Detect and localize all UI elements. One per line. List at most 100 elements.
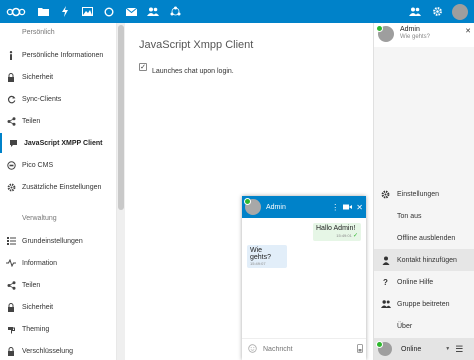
sidebar-item-additional-settings[interactable]: Zusätzliche Einstellungen (0, 177, 116, 197)
emoji-icon[interactable] (248, 344, 257, 355)
menu-item-add-contact[interactable]: Kontakt hinzufügen (374, 249, 474, 271)
gear-icon (374, 190, 397, 199)
own-user-name: Admin (400, 26, 420, 33)
message-time: 15:49:07 (250, 261, 266, 266)
menu-item-label: Kontakt hinzufügen (397, 256, 457, 264)
sidebar-item-xmpp-client[interactable]: JavaScript XMPP Client (0, 133, 116, 153)
share-icon (0, 116, 22, 126)
gear-icon (0, 183, 22, 192)
chat-contact-avatar (244, 198, 261, 215)
attachment-icon[interactable] (357, 344, 363, 355)
sidebar-item-label: Verschlüsselung (22, 347, 73, 355)
menu-item-label: Über (397, 322, 413, 330)
chat-message-incoming: Wie gehts? 15:49:07 (247, 245, 287, 268)
sidebar-item-admin-security[interactable]: Sicherheit (0, 297, 116, 317)
sidebar-item-security[interactable]: Sicherheit (0, 67, 116, 87)
menu-item-settings[interactable]: Einstellungen (374, 183, 474, 205)
sidebar-item-label: Sync-Clients (22, 95, 62, 103)
sidebar-scrollbar-thumb[interactable] (118, 25, 124, 210)
sidebar-item-sync-clients[interactable]: Sync-Clients (0, 89, 116, 109)
nextcloud-logo-icon[interactable] (0, 0, 32, 23)
presence-label[interactable]: Online (401, 346, 421, 353)
sidebar-item-label: Sicherheit (22, 303, 54, 311)
contacts-menu-icon[interactable] (404, 0, 426, 23)
message-time: 15:49:01 (336, 233, 352, 238)
sidebar-item-label: Theming (22, 325, 50, 333)
sidebar-item-label: Grundeinstellungen (22, 237, 83, 245)
files-icon[interactable] (32, 0, 54, 23)
sidebar-item-pico-cms[interactable]: Pico CMS (0, 155, 116, 175)
delivered-check-icon: ✓ (352, 233, 358, 239)
sidebar-item-sharing[interactable]: Teilen (0, 111, 116, 131)
message-text: Wie gehts? (250, 247, 272, 261)
user-avatar[interactable] (452, 3, 468, 20)
menu-item-label: Ton aus (397, 212, 422, 220)
menu-item-label: Online Hilfe (397, 278, 434, 286)
autostart-checkbox-label: Launches chat upon login. (152, 67, 234, 75)
help-icon: ? (383, 277, 388, 287)
chat-message-outgoing: Hallo Admin! 15:49:01 ✓ (313, 223, 361, 241)
menu-item-hide-offline[interactable]: Offline ausblenden (374, 227, 474, 249)
contacts-icon[interactable] (142, 0, 164, 23)
close-roster-icon[interactable]: ✕ (465, 27, 471, 35)
section-personal-title: Persönlich (22, 29, 55, 36)
sidebar-item-label: JavaScript XMPP Client (24, 139, 103, 147)
chevron-down-icon[interactable]: ▼ (445, 346, 450, 352)
chat-contact-name: Admin (266, 203, 286, 211)
sidebar-item-theming[interactable]: Theming (0, 319, 116, 339)
autostart-checkbox[interactable]: ✓ (139, 63, 147, 71)
mail-icon[interactable] (120, 0, 142, 23)
menu-item-label: Offline ausblenden (397, 234, 456, 242)
lock-icon (0, 302, 22, 312)
menu-item-online-help[interactable]: ? Online Hilfe (374, 271, 474, 293)
pulse-icon (0, 259, 22, 267)
sidebar-item-label: Teilen (22, 281, 41, 289)
presence-bar[interactable]: Online ▼ ☰ (374, 338, 474, 360)
sidebar-item-label: Sicherheit (22, 73, 54, 81)
settings-sidebar: Persönlich Persönliche Informationen Sic… (0, 23, 117, 360)
chat-header[interactable]: Admin ⋮ ✕ (242, 196, 366, 218)
settings-icon[interactable] (426, 0, 448, 23)
pico-icon (0, 160, 22, 170)
talk-icon[interactable] (98, 0, 120, 23)
menu-item-mute[interactable]: Ton aus (374, 205, 474, 227)
menu-item-join-group[interactable]: Gruppe beitreten (374, 293, 474, 315)
xmpp-icon (2, 139, 24, 148)
own-avatar-small (376, 341, 392, 356)
page-title: JavaScript Xmpp Client (139, 39, 254, 51)
sidebar-item-personal-info[interactable]: Persönliche Informationen (0, 45, 116, 65)
chat-input-bar (242, 338, 366, 360)
autostart-checkbox-row[interactable]: ✓ Launches chat upon login. (139, 63, 234, 75)
sync-icon (0, 95, 22, 104)
own-status-message: Wie gehts? (400, 34, 431, 40)
activity-icon[interactable] (54, 0, 76, 23)
sidebar-item-basic-settings[interactable]: Grundeinstellungen (0, 231, 116, 251)
close-icon[interactable]: ✕ (356, 203, 363, 212)
sidebar-item-admin-sharing[interactable]: Teilen (0, 275, 116, 295)
palette-icon (0, 325, 22, 334)
top-header (0, 0, 474, 23)
group-icon (374, 300, 397, 308)
sidebar-item-information[interactable]: Information (0, 253, 116, 273)
person-icon (374, 256, 397, 265)
section-admin-title: Verwaltung (22, 215, 57, 222)
video-call-icon[interactable] (343, 203, 353, 212)
menu-item-label: Einstellungen (397, 190, 440, 198)
menu-item-about[interactable]: Über (374, 315, 474, 337)
person-info-icon (0, 50, 22, 60)
online-status-dot (376, 341, 383, 348)
gallery-icon[interactable] (76, 0, 98, 23)
sidebar-item-label: Persönliche Informationen (22, 51, 104, 59)
circles-icon[interactable] (164, 0, 186, 23)
roster-own-user[interactable]: Admin Wie gehts? ✕ (374, 23, 474, 47)
sidebar-item-label: Information (22, 259, 58, 267)
share-icon (0, 280, 22, 290)
menu-item-label: Gruppe beitreten (397, 300, 450, 308)
sidebar-item-label: Pico CMS (22, 161, 54, 169)
sidebar-item-label: Teilen (22, 117, 41, 125)
more-options-icon[interactable]: ⋮ (331, 203, 339, 212)
hamburger-menu-icon[interactable]: ☰ (455, 344, 463, 355)
chat-message-input[interactable] (263, 346, 343, 353)
sidebar-item-encryption[interactable]: Verschlüsselung (0, 341, 116, 360)
chat-roster-panel: Admin Wie gehts? ✕ Einstellungen Ton aus… (373, 23, 474, 360)
